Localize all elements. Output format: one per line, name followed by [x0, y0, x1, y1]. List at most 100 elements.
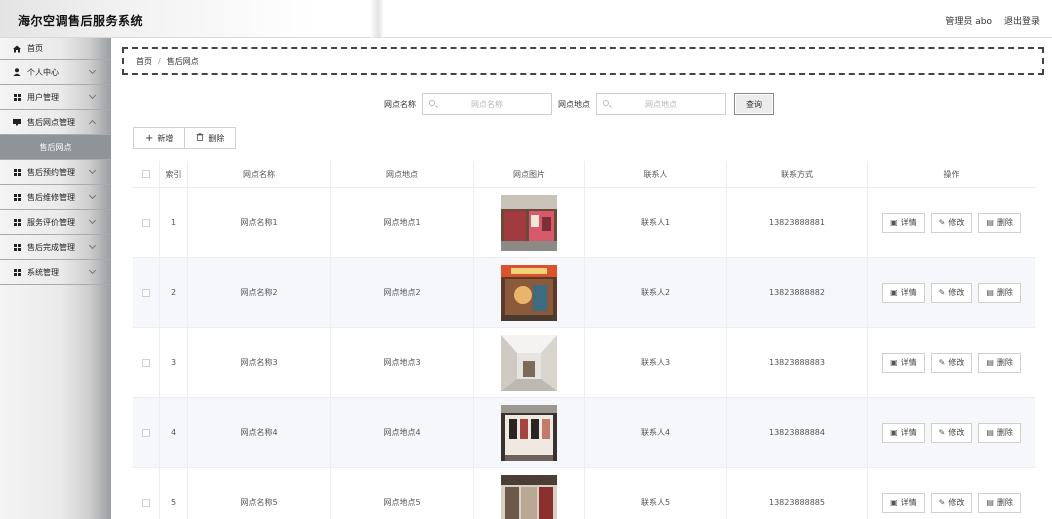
table-header-row: 索引 网点名称 网点地点 网点图片 联系人 联系方式 操作: [133, 161, 1035, 188]
edit-button[interactable]: ✎ 修改: [930, 422, 973, 443]
row-checkbox[interactable]: [142, 358, 150, 367]
row-checkbox-cell: [133, 328, 160, 397]
address-search-label: 网点地点: [558, 99, 590, 109]
sidebar-subitem-outlet[interactable]: 售后网点: [0, 135, 111, 160]
user-area: 管理员 abo 退出登录: [945, 14, 1040, 27]
delete-button[interactable]: ▤ 删除: [978, 422, 1021, 443]
detail-button[interactable]: ▣ 详情: [882, 352, 925, 373]
row-checkbox[interactable]: [142, 218, 150, 227]
detail-button[interactable]: ▣ 详情: [882, 282, 925, 303]
name-search-label: 网点名称: [384, 99, 416, 109]
row-phone: 13823888883: [727, 328, 868, 397]
row-phone: 13823888882: [727, 258, 868, 327]
add-button[interactable]: + 新增: [133, 127, 186, 149]
table-row: 1 网点名称1 网点地点1 联系人1 13823888881 ▣ 详情 ✎ 修改 ▤…: [133, 188, 1035, 258]
row-checkbox[interactable]: [142, 288, 150, 297]
row-checkbox-cell: [133, 398, 160, 467]
address-search-input[interactable]: 网点地点: [596, 93, 726, 115]
edit-label: 修改: [948, 218, 965, 227]
detail-label: 详情: [900, 218, 917, 227]
sidebar-item-label: 用户管理: [27, 92, 59, 102]
trash-icon: ▤: [986, 498, 994, 507]
outlet-photo[interactable]: [501, 194, 557, 251]
sidebar-item-label: 个人中心: [27, 67, 59, 77]
chevron-down-icon: [88, 191, 97, 200]
table-row: 3 网点名称3 网点地点3 联系人3 13823888883 ▣ 详情 ✎ 修改 ▤…: [133, 328, 1035, 398]
breadcrumb-home[interactable]: 首页: [136, 56, 152, 67]
trash-icon: ▤: [986, 358, 994, 367]
detail-label: 详情: [900, 358, 917, 367]
home-icon: [13, 45, 21, 53]
document-icon: ▣: [890, 498, 898, 507]
outlet-photo[interactable]: [501, 264, 557, 321]
sidebar-item-label: 服务评价管理: [27, 217, 75, 227]
header-image: 网点图片: [474, 161, 585, 187]
detail-button[interactable]: ▣ 详情: [882, 212, 925, 233]
row-checkbox[interactable]: [142, 498, 150, 507]
name-search-input[interactable]: 网点名称: [422, 93, 552, 115]
sidebar-item-reviews[interactable]: 服务评价管理: [0, 210, 111, 235]
sidebar-item-outlets[interactable]: 售后网点管理: [0, 110, 111, 135]
sidebar-item-appointments[interactable]: 售后预约管理: [0, 160, 111, 185]
edit-button[interactable]: ✎ 修改: [930, 492, 973, 513]
delete-label: 删除: [996, 288, 1013, 297]
search-icon: [603, 100, 609, 106]
sidebar: 首页 个人中心 用户管理 售后网点管理 售后网点 售后预约管理 售后维修管理 服…: [0, 38, 111, 519]
row-address: 网点地点3: [331, 328, 474, 397]
row-index: 1: [160, 188, 188, 257]
row-phone: 13823888881: [727, 188, 868, 257]
detail-button[interactable]: ▣ 详情: [882, 422, 925, 443]
grid-icon: [13, 93, 21, 101]
chevron-down-icon: [88, 91, 97, 100]
row-contact: 联系人2: [585, 258, 727, 327]
row-index: 5: [160, 468, 188, 519]
user-icon: [13, 68, 21, 76]
outlet-photo[interactable]: [501, 474, 557, 519]
delete-button[interactable]: ▤ 删除: [978, 282, 1021, 303]
delete-button[interactable]: ▤ 删除: [978, 492, 1021, 513]
row-image-cell: [474, 188, 585, 257]
outlet-photo[interactable]: [501, 334, 557, 391]
select-all-checkbox[interactable]: [142, 170, 150, 178]
row-name: 网点名称2: [188, 258, 331, 327]
user-label[interactable]: 管理员 abo: [945, 14, 992, 27]
logout-link[interactable]: 退出登录: [1004, 14, 1040, 27]
batch-delete-button[interactable]: 删除: [185, 127, 237, 149]
outlet-photo[interactable]: [501, 404, 557, 461]
outlet-table: 索引 网点名称 网点地点 网点图片 联系人 联系方式 操作 1 网点名称1 网点…: [133, 161, 1035, 519]
sidebar-item-completed[interactable]: 售后完成管理: [0, 235, 111, 260]
grid-icon: [13, 268, 21, 276]
sidebar-item-home[interactable]: 首页: [0, 38, 111, 60]
delete-button[interactable]: ▤ 删除: [978, 352, 1021, 373]
table-toolbar: + 新增 删除: [133, 127, 237, 149]
pencil-icon: ✎: [938, 218, 946, 227]
delete-button[interactable]: ▤ 删除: [978, 212, 1021, 233]
trash-icon: ▤: [986, 428, 994, 437]
sidebar-item-profile[interactable]: 个人中心: [0, 60, 111, 85]
chevron-down-icon: [88, 216, 97, 225]
pencil-icon: ✎: [938, 498, 946, 507]
row-name: 网点名称1: [188, 188, 331, 257]
trash-icon: ▤: [986, 218, 994, 227]
edit-button[interactable]: ✎ 修改: [930, 282, 973, 303]
row-ops: ▣ 详情 ✎ 修改 ▤ 删除: [868, 328, 1035, 397]
pencil-icon: ✎: [938, 428, 946, 437]
row-index: 2: [160, 258, 188, 327]
breadcrumb-separator: /: [158, 56, 161, 66]
edit-label: 修改: [948, 288, 965, 297]
row-index: 4: [160, 398, 188, 467]
delete-button-label: 删除: [208, 133, 225, 143]
sidebar-item-repairs[interactable]: 售后维修管理: [0, 185, 111, 210]
row-address: 网点地点5: [331, 468, 474, 519]
row-checkbox[interactable]: [142, 428, 150, 437]
query-button[interactable]: 查询: [734, 93, 774, 115]
sidebar-item-users[interactable]: 用户管理: [0, 85, 111, 110]
edit-button[interactable]: ✎ 修改: [930, 352, 973, 373]
edit-label: 修改: [948, 428, 965, 437]
chevron-down-icon: [88, 66, 97, 75]
app-title: 海尔空调售后服务系统: [18, 14, 144, 28]
sidebar-item-system[interactable]: 系统管理: [0, 260, 111, 285]
row-ops: ▣ 详情 ✎ 修改 ▤ 删除: [868, 188, 1035, 257]
detail-button[interactable]: ▣ 详情: [882, 492, 925, 513]
edit-button[interactable]: ✎ 修改: [930, 212, 973, 233]
